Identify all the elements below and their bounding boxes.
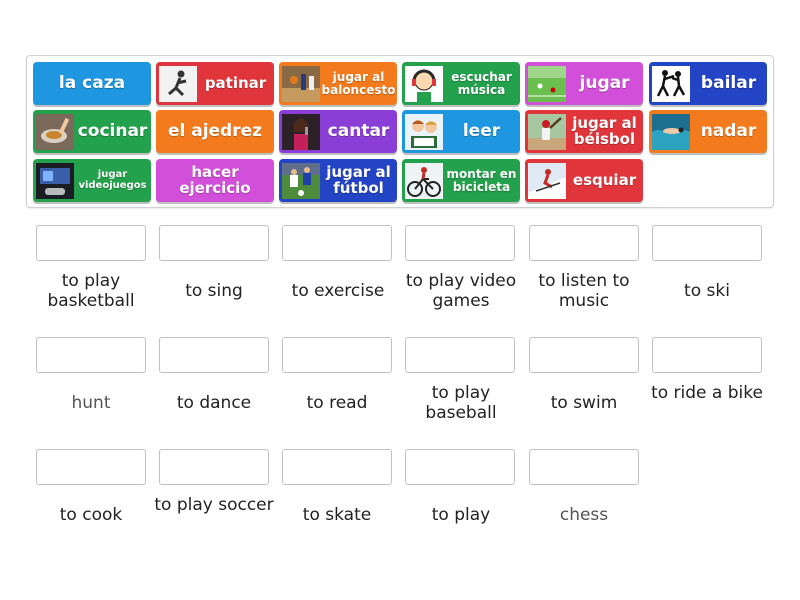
tile-label: la caza: [58, 72, 126, 93]
tile-cocinar[interactable]: cocinar: [33, 110, 151, 153]
drop-slot[interactable]: [36, 337, 146, 373]
skier-image: [528, 162, 566, 199]
drop-slot[interactable]: [405, 449, 515, 485]
tile-esquiar[interactable]: esquiar: [525, 159, 643, 202]
tile-cantar[interactable]: cantar: [279, 110, 397, 153]
clue-text: hunt: [71, 393, 111, 413]
drop-slot[interactable]: [36, 225, 146, 261]
clue-text: to play video games: [405, 271, 517, 311]
soccer-players-image: [282, 162, 320, 199]
drop-slot[interactable]: [405, 225, 515, 261]
skater-image: [159, 65, 197, 102]
tile-hacer-ejercicio[interactable]: hacer ejercicio: [156, 159, 274, 202]
soccer-field-image: [528, 65, 566, 102]
drop-slot[interactable]: [159, 337, 269, 373]
drop-slot[interactable]: [282, 225, 392, 261]
swimmer-image: [652, 113, 690, 150]
clue-text: to play: [431, 505, 491, 525]
tile-jugar[interactable]: jugar: [525, 62, 643, 105]
tile-label: patinar: [204, 73, 267, 92]
videogames-image: [36, 162, 74, 199]
drop-slot[interactable]: [405, 337, 515, 373]
clue-text: to dance: [176, 393, 252, 413]
clue-text: to listen to music: [538, 271, 630, 311]
tile-label: hacer ejercicio: [179, 162, 251, 197]
clue-text: to exercise: [291, 281, 385, 301]
tile-nadar[interactable]: nadar: [649, 110, 767, 153]
drop-slot[interactable]: [159, 225, 269, 261]
drop-slot[interactable]: [159, 449, 269, 485]
tile-montar-en-bicicleta[interactable]: montar en bicicleta: [402, 159, 520, 202]
tile-jugar-al-baloncesto[interactable]: jugar al baloncesto: [279, 62, 397, 105]
clue-text: to cook: [59, 505, 123, 525]
tile-label: jugar videojuegos: [78, 169, 147, 191]
tile-la-caza[interactable]: la caza: [33, 62, 151, 105]
drop-slot[interactable]: [282, 449, 392, 485]
clue-text: to play soccer: [154, 495, 274, 515]
tile-label: cocinar: [77, 120, 148, 141]
drop-slot[interactable]: [652, 225, 762, 261]
clue-text: to skate: [302, 505, 372, 525]
tile-label: cantar: [327, 120, 390, 141]
tile-jugar-videojuegos[interactable]: jugar videojuegos: [33, 159, 151, 202]
clue-text: chess: [559, 505, 609, 525]
clue-text: to play basketball: [47, 271, 135, 311]
kids-reading-image: [405, 113, 443, 150]
drop-slot[interactable]: [282, 337, 392, 373]
tile-label: jugar al fútbol: [326, 162, 391, 197]
clue-text: to play baseball: [425, 383, 497, 423]
tile-leer[interactable]: leer: [402, 110, 520, 153]
dancers-image: [652, 65, 690, 102]
tile-label: nadar: [700, 120, 757, 141]
drop-slot[interactable]: [529, 337, 639, 373]
drop-slot[interactable]: [529, 449, 639, 485]
clue-text: to read: [306, 393, 368, 413]
tile-label: jugar: [579, 72, 630, 93]
tile-label: bailar: [700, 72, 757, 93]
tile-jugar-al-beisbol[interactable]: jugar al béisbol: [525, 110, 643, 153]
tile-label: jugar al béisbol: [572, 113, 637, 148]
tile-bailar[interactable]: bailar: [649, 62, 767, 105]
tile-escuchar-musica[interactable]: escuchar música: [402, 62, 520, 105]
baseball-image: [528, 113, 566, 150]
tile-label: montar en bicicleta: [446, 166, 517, 194]
tile-label: el ajedrez: [167, 120, 263, 141]
drop-slot[interactable]: [652, 337, 762, 373]
tile-patinar[interactable]: patinar: [156, 62, 274, 105]
tile-jugar-al-futbol[interactable]: jugar al fútbol: [279, 159, 397, 202]
basketball-image: [281, 65, 320, 102]
tile-label: escuchar música: [451, 69, 512, 97]
drop-slot[interactable]: [529, 225, 639, 261]
clue-text: to sing: [185, 281, 243, 301]
clue-text: to ride a bike: [651, 383, 763, 403]
tile-label: esquiar: [572, 170, 637, 189]
drop-slot[interactable]: [36, 449, 146, 485]
tile-label: jugar al baloncesto: [321, 69, 396, 97]
tile-label: leer: [462, 120, 501, 141]
clue-text: to swim: [550, 393, 618, 413]
clue-text: to ski: [684, 281, 730, 301]
cooking-image: [36, 113, 74, 150]
singer-image: [282, 113, 320, 150]
tile-el-ajedrez[interactable]: el ajedrez: [156, 110, 274, 153]
girl-headphones-image: [405, 65, 443, 102]
cyclist-image: [405, 162, 443, 199]
